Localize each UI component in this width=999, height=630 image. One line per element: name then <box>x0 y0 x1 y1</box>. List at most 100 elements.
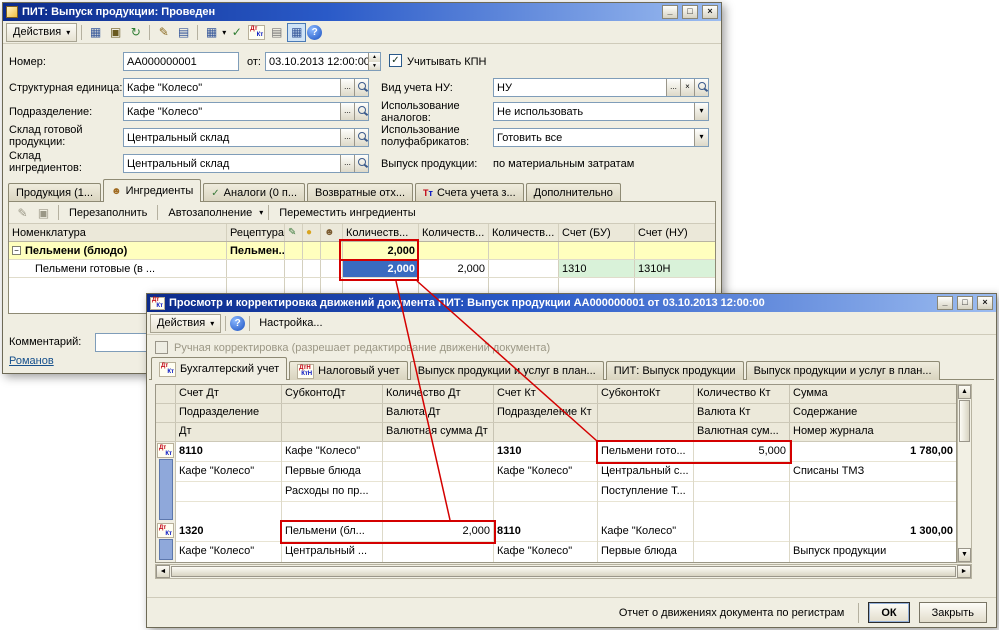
select-dots-icon[interactable]: ... <box>340 129 354 146</box>
col-account-bu[interactable]: Счет (БУ) <box>559 224 635 241</box>
col-recipe[interactable]: Рецептура <box>227 224 285 241</box>
magnifier-icon[interactable] <box>354 103 368 120</box>
col-qty-kt[interactable]: Количество Кт <box>694 385 790 403</box>
refill-button[interactable]: Перезаполнить <box>64 206 152 220</box>
finished-warehouse-field[interactable]: Центральный склад ... <box>123 128 369 147</box>
actions-menu-button[interactable]: Действия ▾ <box>6 23 77 42</box>
ingredients-warehouse-field[interactable]: Центральный склад ... <box>123 154 369 173</box>
save-icon[interactable]: ▣ <box>34 203 53 222</box>
col-qty-dt[interactable]: Количество Дт <box>383 385 494 403</box>
col-qty3[interactable]: Количеств... <box>489 224 559 241</box>
bulb-flag-icon[interactable]: ● <box>303 224 321 241</box>
col-nomenclature[interactable]: Номенклатура <box>9 224 227 241</box>
collapse-icon[interactable]: − <box>12 246 21 255</box>
help-icon[interactable]: ? <box>230 316 245 331</box>
maximize-button[interactable]: □ <box>957 296 973 310</box>
select-dots-icon[interactable]: ... <box>340 155 354 172</box>
autofill-button[interactable]: Автозаполнение <box>163 206 257 220</box>
tab-output-plan-2[interactable]: Выпуск продукции и услуг в план... <box>746 361 940 380</box>
tab-output-plan-1[interactable]: Выпуск продукции и услуг в план... <box>410 361 604 380</box>
tab-additional[interactable]: Дополнительно <box>526 183 621 202</box>
chef-flag-icon[interactable]: ☻ <box>321 224 343 241</box>
author-link[interactable]: Романов <box>9 355 54 367</box>
edit-row-icon[interactable]: ✎ <box>13 203 32 222</box>
col-acc-kt[interactable]: Счет Кт <box>494 385 598 403</box>
chevron-down-icon[interactable]: ▾ <box>222 28 226 37</box>
structural-unit-field[interactable]: Кафе "Колесо" ... <box>123 78 369 97</box>
scroll-right-icon[interactable]: ► <box>957 565 971 578</box>
col-sum[interactable]: Сумма <box>790 385 956 403</box>
tab-return-waste[interactable]: Возвратные отх... <box>307 183 413 202</box>
document-movements-icon[interactable]: ▦ <box>287 23 306 42</box>
magnifier-icon[interactable] <box>694 79 708 96</box>
ingredient-qty-selected[interactable]: 2,000 <box>343 260 419 277</box>
magnifier-icon[interactable] <box>354 155 368 172</box>
date-field[interactable]: 03.10.2013 12:00:00 ▲ ▼ <box>265 52 381 71</box>
close-button[interactable]: Закрыть <box>919 602 987 623</box>
col-account-nu[interactable]: Счет (НУ) <box>635 224 715 241</box>
tab-accounting[interactable]: ДтКт Бухгалтерский учет <box>151 357 287 380</box>
row-marker[interactable]: ДтКт <box>156 442 176 522</box>
manual-correction-checkbox[interactable] <box>155 341 168 354</box>
dtkt-posting-icon[interactable]: ДтКт <box>247 23 266 42</box>
grid-row-ingredient[interactable]: Пельмени готовые (в ... 2,000 2,000 1310… <box>9 260 715 278</box>
copy-icon[interactable]: ▣ <box>106 23 125 42</box>
scrollbar-thumb[interactable] <box>959 400 970 442</box>
col-qty2[interactable]: Количеств... <box>419 224 489 241</box>
edit-icon[interactable]: ✎ <box>154 23 173 42</box>
clear-icon[interactable]: × <box>680 79 694 96</box>
move-ingredients-button[interactable]: Переместить ингредиенты <box>274 206 420 220</box>
scroll-left-icon[interactable]: ◄ <box>156 565 170 578</box>
tab-analogs[interactable]: ✓ Аналоги (0 п... <box>203 183 305 202</box>
ingredient-account-bu[interactable]: 1310 <box>559 260 635 277</box>
settings-button[interactable]: Настройка... <box>254 316 327 330</box>
close-button[interactable]: × <box>977 296 993 310</box>
ok-button[interactable]: ОК <box>868 602 909 623</box>
minimize-button[interactable]: _ <box>937 296 953 310</box>
magnifier-icon[interactable] <box>354 79 368 96</box>
grid-row-dish[interactable]: − Пельмени (блюдо) Пельмен... 2,000 <box>9 242 715 260</box>
tab-ingredients[interactable]: ☻ Ингредиенты <box>103 179 201 202</box>
select-dots-icon[interactable]: ... <box>340 79 354 96</box>
tab-products[interactable]: Продукция (1... <box>8 183 101 202</box>
minimize-button[interactable]: _ <box>662 5 678 19</box>
combo-arrow-icon[interactable]: ▾ <box>694 103 708 120</box>
w2-titlebar[interactable]: ДтКт Просмотр и корректировка движений д… <box>147 294 996 312</box>
vertical-scrollbar[interactable]: ▲ ▼ <box>957 384 972 563</box>
date-spinner[interactable]: ▲ ▼ <box>368 53 380 70</box>
movements-report-button[interactable]: Отчет о движениях документа по регистрам <box>614 606 850 620</box>
maximize-button[interactable]: □ <box>682 5 698 19</box>
kpn-checkbox[interactable]: ✓ <box>389 54 402 67</box>
refresh-icon[interactable]: ↻ <box>126 23 145 42</box>
posting-row[interactable]: ДтКт 1320 Кафе "Колесо" Пельмени (бл... … <box>156 522 956 562</box>
chevron-down-icon[interactable]: ▾ <box>259 208 263 217</box>
semiproducts-field[interactable]: Готовить все ▾ <box>493 128 709 147</box>
department-field[interactable]: Кафе "Колесо" ... <box>123 102 369 121</box>
col-sub-dt[interactable]: СубконтоДт <box>282 385 383 403</box>
select-dots-icon[interactable]: ... <box>666 79 680 96</box>
ingredient-qty2[interactable]: 2,000 <box>419 260 489 277</box>
dish-qty[interactable]: 2,000 <box>343 242 419 259</box>
close-button[interactable]: × <box>702 5 718 19</box>
list-icon[interactable]: ▤ <box>174 23 193 42</box>
tab-pit-output[interactable]: ПИТ: Выпуск продукции <box>606 361 744 380</box>
col-acc-dt[interactable]: Счет Дт <box>176 385 282 403</box>
scrollbar-thumb[interactable] <box>171 566 956 577</box>
scroll-up-icon[interactable]: ▲ <box>958 385 971 399</box>
ingredient-account-nu[interactable]: 1310Н <box>635 260 715 277</box>
post-document-icon[interactable]: ▦ <box>86 23 105 42</box>
actions-menu-button[interactable]: Действия ▾ <box>150 314 221 333</box>
nu-kind-field[interactable]: НУ ... × <box>493 78 709 97</box>
pencil-flag-icon[interactable]: ✎ <box>285 224 303 241</box>
col-sub-kt[interactable]: СубконтоКт <box>598 385 694 403</box>
row-marker[interactable]: ДтКт <box>156 522 176 562</box>
check-structure-icon[interactable]: ✓ <box>227 23 246 42</box>
number-field[interactable]: АА000000001 <box>123 52 239 71</box>
magnifier-icon[interactable] <box>354 129 368 146</box>
w1-titlebar[interactable]: ПИТ: Выпуск продукции: Проведен _ □ × <box>3 3 721 21</box>
posting-row[interactable]: ДтКт 8110 Кафе "Колесо" Кафе "Колесо" Пе… <box>156 442 956 522</box>
analogs-field[interactable]: Не использовать ▾ <box>493 102 709 121</box>
col-qty1[interactable]: Количеств... <box>343 224 419 241</box>
combo-arrow-icon[interactable]: ▾ <box>694 129 708 146</box>
spin-up-icon[interactable]: ▲ <box>369 53 380 62</box>
